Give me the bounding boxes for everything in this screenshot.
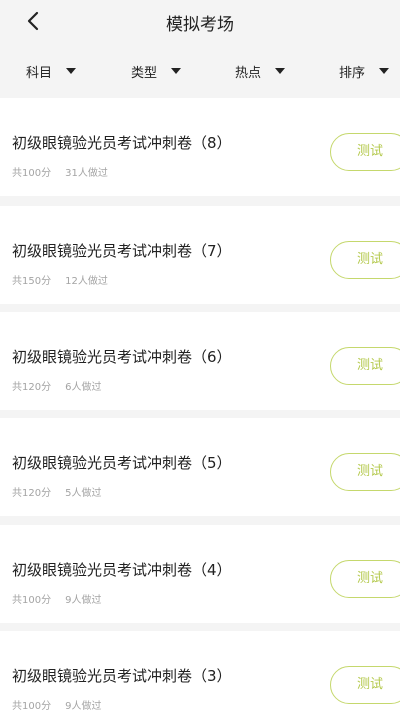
exam-card[interactable]: 初级眼镜验光员考试冲刺卷（3） 共100分 9人做过 测试 xyxy=(0,631,400,711)
exam-title: 初级眼镜验光员考试冲刺卷（8） xyxy=(12,134,232,152)
exam-participants: 9人做过 xyxy=(65,701,102,711)
test-button[interactable]: 测试 xyxy=(330,453,400,491)
app-header: 模拟考场 xyxy=(0,0,400,44)
filter-subject-label: 科目 xyxy=(26,65,53,81)
exam-card[interactable]: 初级眼镜验光员考试冲刺卷（7） 共150分 12人做过 测试 xyxy=(0,206,400,304)
filter-sort[interactable]: 排序 xyxy=(339,54,390,88)
test-button[interactable]: 测试 xyxy=(330,347,400,385)
test-button[interactable]: 测试 xyxy=(330,560,400,598)
exam-score: 共100分 xyxy=(12,168,52,179)
exam-score: 共100分 xyxy=(12,595,52,606)
test-button[interactable]: 测试 xyxy=(330,666,400,704)
exam-score: 共150分 xyxy=(12,276,52,287)
caret-down-icon xyxy=(379,68,390,74)
exam-title: 初级眼镜验光员考试冲刺卷（4） xyxy=(12,561,232,579)
exam-card[interactable]: 初级眼镜验光员考试冲刺卷（4） 共100分 9人做过 测试 xyxy=(0,525,400,623)
exam-title: 初级眼镜验光员考试冲刺卷（5） xyxy=(12,454,232,472)
exam-meta: 共100分 31人做过 xyxy=(12,164,108,179)
filter-type[interactable]: 类型 xyxy=(131,54,182,88)
exam-meta: 共150分 12人做过 xyxy=(12,272,108,287)
caret-down-icon xyxy=(171,68,182,74)
exam-participants: 6人做过 xyxy=(65,382,102,393)
exam-card[interactable]: 初级眼镜验光员考试冲刺卷（6） 共120分 6人做过 测试 xyxy=(0,312,400,410)
exam-score: 共100分 xyxy=(12,701,52,711)
test-button[interactable]: 测试 xyxy=(330,241,400,279)
caret-down-icon xyxy=(275,68,286,74)
exam-meta: 共100分 9人做过 xyxy=(12,591,101,606)
exam-title: 初级眼镜验光员考试冲刺卷（7） xyxy=(12,242,232,260)
exam-participants: 9人做过 xyxy=(65,595,102,606)
filter-subject[interactable]: 科目 xyxy=(26,54,77,88)
filter-sort-label: 排序 xyxy=(339,65,366,81)
filter-hotspot[interactable]: 热点 xyxy=(235,54,286,88)
exam-participants: 5人做过 xyxy=(65,488,102,499)
exam-participants: 31人做过 xyxy=(65,168,108,179)
exam-participants: 12人做过 xyxy=(65,276,108,287)
exam-score: 共120分 xyxy=(12,382,52,393)
exam-score: 共120分 xyxy=(12,488,52,499)
exam-meta: 共120分 5人做过 xyxy=(12,484,101,499)
exam-card[interactable]: 初级眼镜验光员考试冲刺卷（8） 共100分 31人做过 测试 xyxy=(0,98,400,196)
filter-hotspot-label: 热点 xyxy=(235,65,262,81)
exam-title: 初级眼镜验光员考试冲刺卷（6） xyxy=(12,348,232,366)
exam-meta: 共100分 9人做过 xyxy=(12,697,101,711)
caret-down-icon xyxy=(66,68,77,74)
page-title: 模拟考场 xyxy=(166,15,234,35)
exam-meta: 共120分 6人做过 xyxy=(12,378,101,393)
filter-type-label: 类型 xyxy=(131,65,158,81)
exam-title: 初级眼镜验光员考试冲刺卷（3） xyxy=(12,667,232,685)
exam-card[interactable]: 初级眼镜验光员考试冲刺卷（5） 共120分 5人做过 测试 xyxy=(0,418,400,516)
filter-bar: 科目 类型 热点 排序 xyxy=(0,54,400,88)
test-button[interactable]: 测试 xyxy=(330,133,400,171)
